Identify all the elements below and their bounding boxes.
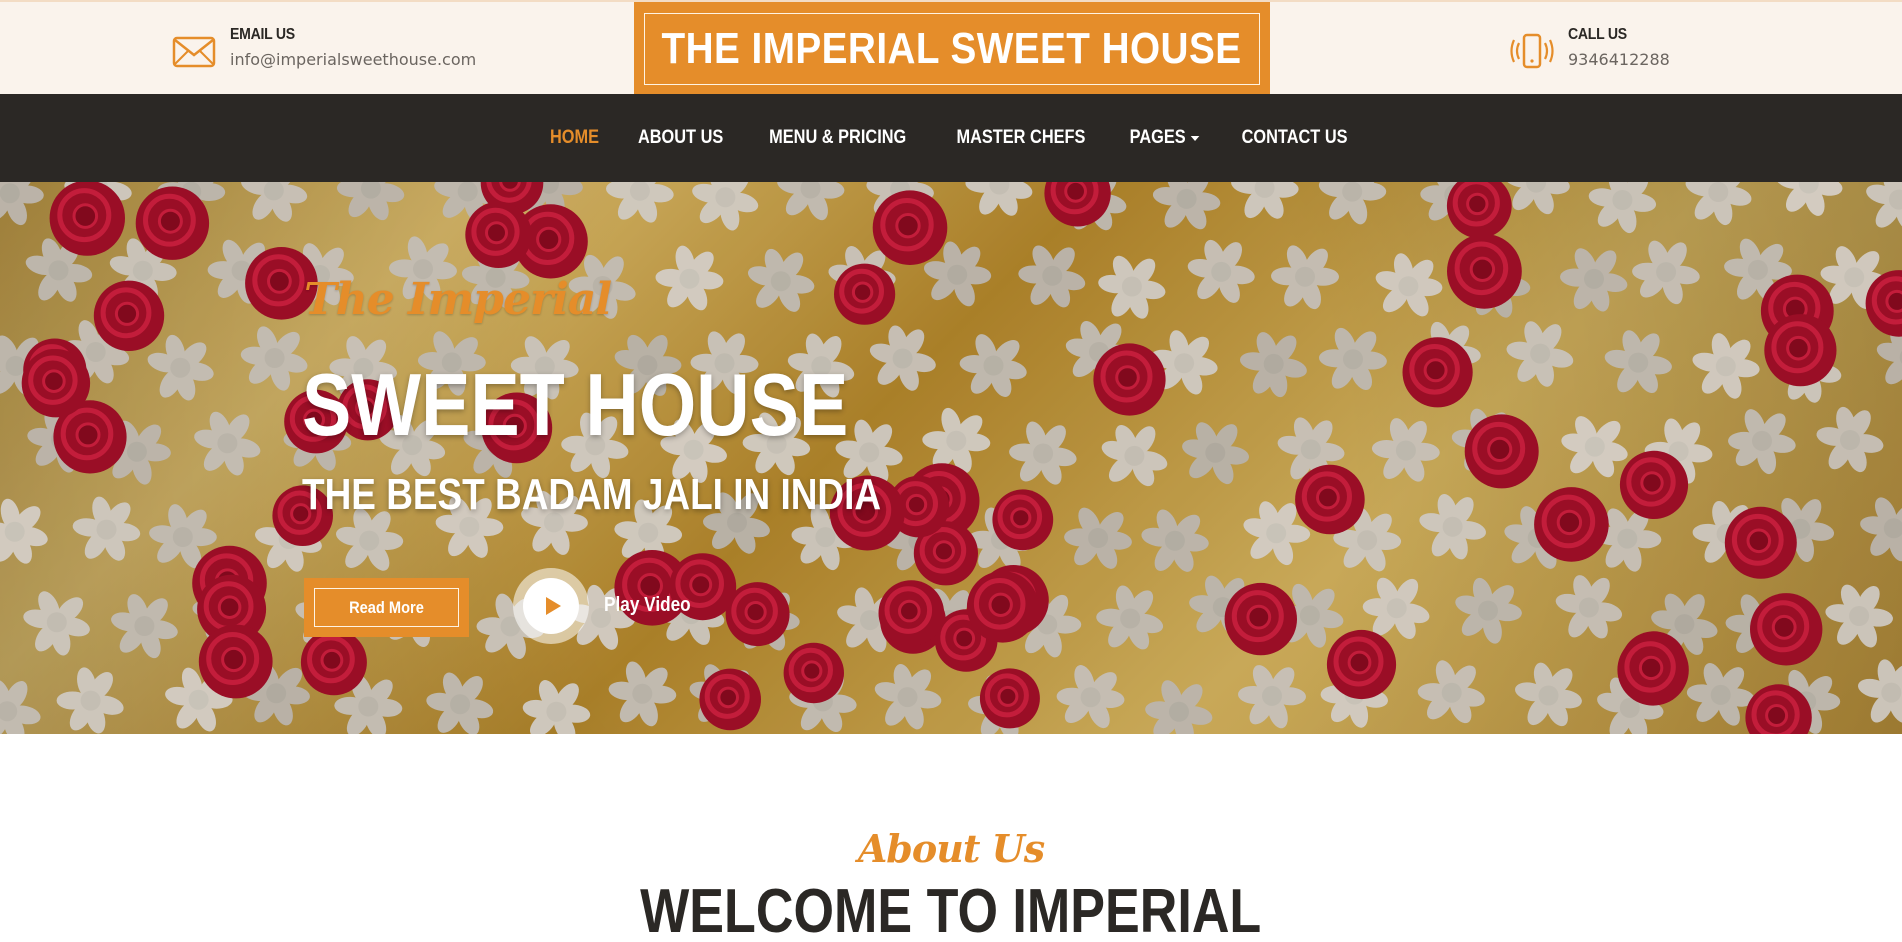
brand-title: THE IMPERIAL SWEET HOUSE (662, 24, 1242, 73)
nav-item-about-us[interactable]: ABOUT US (626, 127, 735, 149)
read-more-frame: Read More (314, 588, 459, 627)
top-bar: EMAIL US info@imperialsweethouse.com THE… (0, 0, 1902, 96)
main-nav: HOME ABOUT US MENU & PRICING MASTER CHEF… (0, 94, 1902, 182)
nav-item-pages-label: PAGES (1129, 127, 1186, 148)
phone-label: CALL US (1568, 26, 1627, 43)
about-title: WELCOME TO IMPERIAL (0, 876, 1902, 942)
envelope-icon (172, 36, 216, 68)
nav-item-master-chefs[interactable]: MASTER CHEFS (944, 127, 1097, 149)
nav-item-pages[interactable]: PAGES (1117, 127, 1211, 149)
email-value[interactable]: info@imperialsweethouse.com (230, 50, 476, 69)
phone-contact[interactable]: CALL US 9346412288 (1510, 24, 1670, 74)
hero-subtitle: THE BEST BADAM JALI IN INDIA (302, 470, 882, 519)
hero-overlay (0, 182, 1902, 734)
email-label: EMAIL US (230, 26, 295, 43)
play-video-button[interactable] (513, 568, 589, 644)
phone-vibrate-icon (1510, 33, 1554, 69)
brand-logo[interactable]: THE IMPERIAL SWEET HOUSE (634, 2, 1270, 96)
read-more-label: Read More (349, 597, 424, 617)
nav-item-menu-pricing[interactable]: MENU & PRICING (757, 127, 918, 149)
play-icon (545, 597, 561, 615)
hero-title: SWEET HOUSE (302, 355, 849, 454)
about-title-text: WELCOME TO IMPERIAL (640, 877, 1262, 942)
email-contact[interactable]: EMAIL US info@imperialsweethouse.com (172, 24, 476, 74)
play-button-circle (523, 578, 579, 634)
caret-down-icon (1190, 135, 1200, 141)
nav-item-contact-us[interactable]: CONTACT US (1229, 127, 1359, 149)
hero-banner: The Imperial SWEET HOUSE THE BEST BADAM … (0, 182, 1902, 734)
brand-frame: THE IMPERIAL SWEET HOUSE (644, 13, 1260, 85)
nav-item-home[interactable]: HOME (538, 127, 611, 149)
read-more-button[interactable]: Read More (304, 578, 469, 637)
play-video-label[interactable]: Play Video (604, 594, 691, 617)
about-script-heading: About Us (857, 826, 1045, 871)
hero-script-heading: The Imperial (304, 274, 612, 325)
phone-value[interactable]: 9346412288 (1568, 50, 1670, 69)
